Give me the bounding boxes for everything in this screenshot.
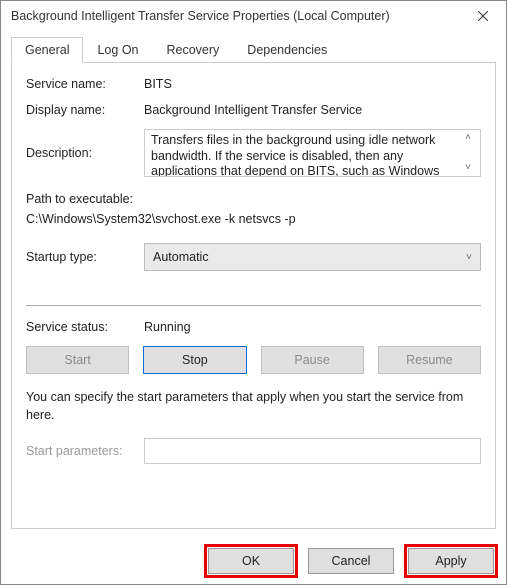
tab-recovery[interactable]: Recovery xyxy=(153,37,234,62)
tab-logon[interactable]: Log On xyxy=(83,37,152,62)
dialog-body: General Log On Recovery Dependencies Ser… xyxy=(1,31,506,538)
path-label: Path to executable: xyxy=(26,189,481,209)
close-icon xyxy=(478,11,488,21)
start-parameters-label: Start parameters: xyxy=(26,444,144,458)
service-name-value: BITS xyxy=(144,77,172,91)
start-parameters-input[interactable] xyxy=(144,438,481,464)
apply-button[interactable]: Apply xyxy=(408,548,494,574)
window-title: Background Intelligent Transfer Service … xyxy=(11,9,460,23)
startup-type-value: Automatic xyxy=(153,250,209,264)
path-value: C:\Windows\System32\svchost.exe -k netsv… xyxy=(26,209,481,229)
description-text: Transfers files in the background using … xyxy=(151,133,458,173)
description-label: Description: xyxy=(26,146,144,160)
chevron-up-icon: ˄ xyxy=(465,133,471,143)
service-status-value: Running xyxy=(144,320,191,334)
dialog-footer: OK Cancel Apply xyxy=(1,538,506,584)
service-name-label: Service name: xyxy=(26,77,144,91)
tab-strip: General Log On Recovery Dependencies xyxy=(11,37,496,63)
pause-button[interactable]: Pause xyxy=(261,346,364,374)
display-name-value: Background Intelligent Transfer Service xyxy=(144,103,362,117)
help-text: You can specify the start parameters tha… xyxy=(26,388,481,424)
startup-type-select[interactable]: Automatic ˅ xyxy=(144,243,481,271)
tab-dependencies[interactable]: Dependencies xyxy=(233,37,341,62)
tab-general[interactable]: General xyxy=(11,37,83,63)
properties-dialog: Background Intelligent Transfer Service … xyxy=(0,0,507,585)
ok-button[interactable]: OK xyxy=(208,548,294,574)
description-box: Transfers files in the background using … xyxy=(144,129,481,177)
description-scrollbar[interactable]: ˄ ˅ xyxy=(462,133,474,173)
close-button[interactable] xyxy=(460,1,506,31)
startup-type-label: Startup type: xyxy=(26,250,144,264)
display-name-label: Display name: xyxy=(26,103,144,117)
cancel-button[interactable]: Cancel xyxy=(308,548,394,574)
start-button[interactable]: Start xyxy=(26,346,129,374)
chevron-down-icon: ˅ xyxy=(466,252,472,263)
titlebar: Background Intelligent Transfer Service … xyxy=(1,1,506,31)
tab-panel-general: Service name: BITS Display name: Backgro… xyxy=(11,63,496,529)
stop-button[interactable]: Stop xyxy=(143,346,246,374)
service-status-label: Service status: xyxy=(26,320,144,334)
divider xyxy=(26,305,481,306)
resume-button[interactable]: Resume xyxy=(378,346,481,374)
chevron-down-icon: ˅ xyxy=(465,163,471,173)
